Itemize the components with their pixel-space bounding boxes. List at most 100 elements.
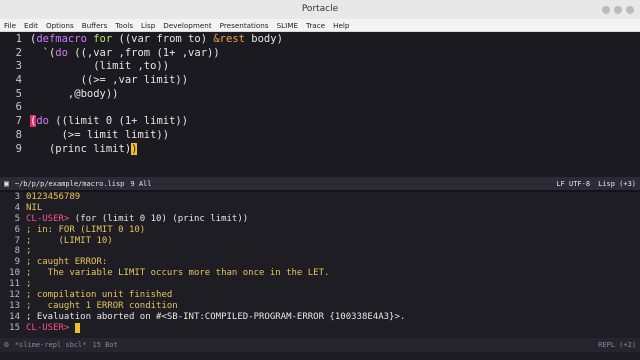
editor-code: (>= limit limit)): [30, 129, 169, 141]
buffer-position: 9 All: [130, 180, 152, 188]
line-number: 13: [9, 300, 20, 311]
menu-bar: File Edit Options Buffers Tools Lisp Dev…: [0, 19, 640, 32]
menu-tools[interactable]: Tools: [115, 21, 133, 30]
minimize-icon[interactable]: [602, 5, 610, 14]
window-controls: [602, 0, 634, 19]
code-token: ,@body)): [30, 87, 119, 100]
code-token: ; (LIMIT 10): [26, 235, 113, 246]
line-number: 4: [15, 74, 22, 87]
repl-line[interactable]: 14 ; Evaluation aborted on #<SB-INT:COMPI…: [0, 312, 640, 323]
menu-trace[interactable]: Trace: [306, 21, 325, 30]
code-token: for: [93, 33, 113, 45]
line-number: 9: [14, 257, 20, 268]
code-token: ; The variable LIMIT occurs more than on…: [26, 268, 330, 279]
editor-line[interactable]: 5 ,@body)): [0, 88, 640, 102]
editor-code: (limit ,to)): [30, 60, 169, 72]
text-cursor: ): [131, 142, 138, 155]
editor-line[interactable]: 9 (princ limit)): [0, 142, 640, 157]
repl-line[interactable]: 13 ; caught 1 ERROR condition: [0, 301, 640, 312]
code-token: CL-USER>: [26, 322, 70, 333]
menu-lisp[interactable]: Lisp: [141, 21, 155, 30]
line-number: 14: [9, 311, 20, 322]
menu-slime[interactable]: SLIME: [277, 21, 298, 30]
line-number: 7: [15, 115, 22, 128]
repl-line[interactable]: 12 ; compilation unit finished: [0, 290, 640, 301]
code-token: CL-USER>: [26, 213, 70, 224]
encoding-indicator[interactable]: LF UTF-8: [556, 177, 590, 191]
editor-pane[interactable]: 1 (defmacro for ((var from to) &rest body…: [0, 33, 640, 177]
code-token: do: [55, 46, 68, 59]
repl-code: 0123456789: [26, 192, 80, 202]
line-number: 3: [15, 60, 22, 73]
editor-line[interactable]: 7 (do ((limit 0 (1+ limit)): [0, 115, 640, 129]
line-number: 1: [15, 33, 22, 45]
buffer-name[interactable]: ~/b/p/p/example/macro.lisp: [15, 177, 125, 191]
line-number: 9: [15, 142, 22, 155]
editor-line[interactable]: 1 (defmacro for ((var from to) &rest body…: [0, 33, 640, 47]
code-token: ((limit 0 (1+ limit)): [48, 115, 189, 128]
menu-development[interactable]: Development: [163, 21, 211, 30]
editor-line[interactable]: 8 (>= limit limit)): [0, 129, 640, 143]
editor-modeline: ▣ ~/b/p/p/example/macro.lisp 9 All LF UT…: [0, 177, 640, 191]
repl-code: ; in: FOR (LIMIT 0 10): [26, 225, 145, 235]
line-number: 7: [14, 235, 20, 246]
repl-line[interactable]: 6 ; in: FOR (LIMIT 0 10): [0, 225, 640, 236]
maximize-icon[interactable]: [614, 5, 622, 14]
repl-line[interactable]: 8;: [0, 246, 640, 257]
repl-line[interactable]: 15 CL-USER>: [0, 322, 640, 334]
editor-code: (do ((limit 0 (1+ limit)): [30, 115, 189, 128]
code-token: do: [36, 115, 49, 128]
code-token: defmacro: [36, 33, 87, 45]
code-token: NIL: [26, 202, 43, 213]
repl-line[interactable]: 4 NIL: [0, 203, 640, 214]
code-token: &rest: [213, 33, 245, 45]
code-token: ; compilation unit finished: [26, 290, 173, 301]
line-number: 3: [14, 192, 20, 202]
repl-line[interactable]: 9 ; caught ERROR:: [0, 257, 640, 268]
line-number: 2: [15, 46, 22, 59]
menu-options[interactable]: Options: [46, 21, 74, 30]
line-number: 8: [15, 128, 22, 141]
editor-line[interactable]: 4 ((>= ,var limit)): [0, 74, 640, 88]
code-token: ((,var ,from (1+ ,var)): [67, 46, 220, 59]
editor-line[interactable]: 6: [0, 101, 640, 115]
repl-code: ; The variable LIMIT occurs more than on…: [26, 268, 329, 278]
editor-line[interactable]: 3 (limit ,to)): [0, 60, 640, 74]
editor-code: `(do ((,var ,from (1+ ,var)): [30, 47, 220, 59]
repl-code: ;: [26, 246, 31, 256]
repl-buffer-icon: ⚙: [4, 340, 9, 349]
repl-code: CL-USER>: [26, 322, 81, 333]
repl-buffer-name[interactable]: *slime-repl sbcl*: [15, 338, 87, 352]
repl-line[interactable]: 10 ; The variable LIMIT occurs more than …: [0, 268, 640, 279]
repl-code: ; (LIMIT 10): [26, 236, 113, 246]
code-token: `(: [30, 46, 56, 59]
line-number: 6: [15, 101, 22, 114]
repl-line[interactable]: 7 ; (LIMIT 10): [0, 236, 640, 247]
window-title: Portacle: [301, 4, 339, 14]
menu-presentations[interactable]: Presentations: [220, 21, 269, 30]
menu-help[interactable]: Help: [333, 21, 349, 30]
repl-line[interactable]: 11;: [0, 279, 640, 290]
line-number: 5: [14, 213, 20, 224]
major-mode[interactable]: Lisp (+3): [598, 177, 636, 191]
code-token: ((var from to): [112, 33, 214, 45]
code-token: ;: [26, 246, 32, 257]
repl-code: NIL: [26, 203, 42, 213]
repl-line[interactable]: 3 0123456789: [0, 192, 640, 203]
code-token: body): [244, 33, 283, 45]
menu-edit[interactable]: Edit: [24, 21, 38, 30]
menu-file[interactable]: File: [4, 21, 16, 30]
editor-code: ((>= ,var limit)): [30, 74, 188, 86]
repl-mode[interactable]: REPL (+2): [598, 338, 636, 352]
line-number: 6: [14, 224, 20, 235]
repl-line[interactable]: 5 CL-USER> (for (limit 0 10) (princ limit…: [0, 214, 640, 225]
close-icon[interactable]: [626, 5, 634, 14]
code-token: ; caught 1 ERROR condition: [26, 300, 178, 311]
menu-buffers[interactable]: Buffers: [82, 21, 108, 30]
code-token: (>= limit limit)): [30, 128, 170, 141]
repl-pane[interactable]: 3 0123456789 4 NIL 5 CL-USER> (for (limit 0 1…: [0, 192, 640, 338]
line-number: 4: [14, 202, 20, 213]
window-titlebar: Portacle: [0, 0, 640, 19]
editor-line[interactable]: 2 `(do ((,var ,from (1+ ,var)): [0, 47, 640, 61]
